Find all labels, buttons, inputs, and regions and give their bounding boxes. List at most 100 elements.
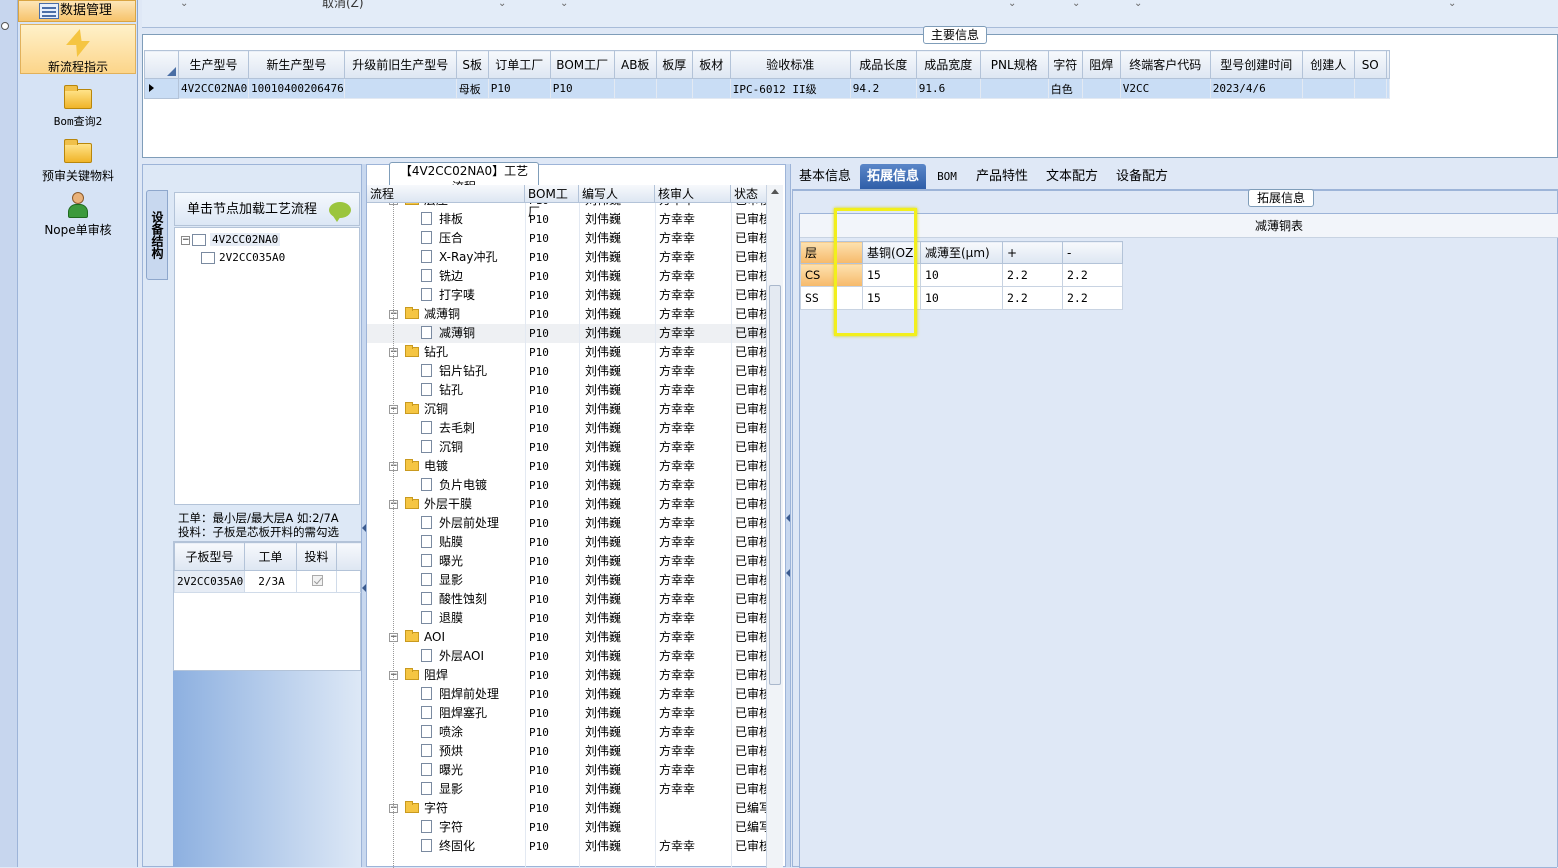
col-header[interactable]: 字符: [1047, 50, 1083, 79]
flow-step-row[interactable]: 曝光 P10 刘伟巍 方幸幸 已审核: [367, 761, 767, 780]
flow-step-row[interactable]: 终固化 P10 刘伟巍 方幸幸 已审核: [367, 837, 767, 856]
tab-device-recipe[interactable]: 设备配方: [1112, 164, 1172, 189]
flow-group-row[interactable]: − AOI P10 刘伟巍 方幸幸 已审核: [367, 628, 767, 647]
flow-group-row[interactable]: − 钻孔 P10 刘伟巍 方幸幸 已审核: [367, 343, 767, 362]
col-header[interactable]: 终端客户代码: [1119, 50, 1211, 79]
col-header-base-copper[interactable]: 基铜(OZ): [862, 241, 921, 264]
flow-group-row[interactable]: − 电镀 P10 刘伟巍 方幸幸 已审核: [367, 457, 767, 476]
main-info-cell[interactable]: [691, 78, 731, 99]
flow-step-row[interactable]: 负片电镀 P10 刘伟巍 方幸幸 已审核: [367, 476, 767, 495]
base-copper-cell[interactable]: 15: [862, 286, 921, 310]
main-info-cell[interactable]: [1301, 78, 1355, 99]
tree-node-root[interactable]: − 4V2CC02NA0: [181, 232, 281, 248]
main-info-cell[interactable]: [655, 78, 693, 99]
main-info-cell[interactable]: P10: [487, 78, 551, 99]
flow-group-row[interactable]: − 沉铜 P10 刘伟巍 方幸幸 已审核: [367, 400, 767, 419]
main-info-cell[interactable]: [979, 78, 1049, 99]
main-info-cell[interactable]: 白色: [1047, 78, 1083, 99]
scroll-thumb[interactable]: [769, 285, 781, 685]
flow-step-row[interactable]: 喷涂 P10 刘伟巍 方幸幸 已审核: [367, 723, 767, 742]
flow-step-row[interactable]: 外层AOI P10 刘伟巍 方幸幸 已审核: [367, 647, 767, 666]
chevron-down-icon[interactable]: ⌄: [1008, 0, 1016, 9]
col-header[interactable]: S板: [455, 50, 489, 79]
chevron-down-icon[interactable]: ⌄: [498, 0, 506, 9]
col-header[interactable]: AB板: [613, 50, 657, 79]
col-header-plus[interactable]: +: [1002, 241, 1063, 264]
flow-group-row[interactable]: − 阻焊 P10 刘伟巍 方幸幸 已审核: [367, 666, 767, 685]
sub-model-cell[interactable]: 2V2CC035A0: [174, 570, 245, 593]
col-header[interactable]: 编写人: [579, 185, 655, 203]
flow-step-row[interactable]: 打字唛 P10 刘伟巍 方幸幸 已审核: [367, 286, 767, 305]
chevron-down-icon[interactable]: ⌄: [1448, 0, 1456, 9]
col-header[interactable]: 型号创建时间: [1209, 50, 1303, 79]
flow-step-row[interactable]: 铝片钻孔 P10 刘伟巍 方幸幸 已审核: [367, 362, 767, 381]
col-header-layer[interactable]: 层: [800, 241, 863, 264]
chevron-down-icon[interactable]: ⌄: [560, 0, 568, 9]
main-info-cell[interactable]: 94.2: [849, 78, 917, 99]
chevron-down-icon[interactable]: ⌄: [1134, 0, 1142, 9]
col-header[interactable]: 状态: [731, 185, 767, 203]
col-header[interactable]: 阻焊: [1081, 50, 1121, 79]
col-header[interactable]: 板材: [691, 50, 731, 79]
main-info-cell[interactable]: 10010400206476: [248, 78, 345, 99]
flow-group-row[interactable]: − 字符 P10 刘伟巍 已编写: [367, 799, 767, 818]
feed-checkbox[interactable]: [312, 574, 323, 586]
col-header-minus[interactable]: -: [1062, 241, 1123, 264]
col-header[interactable]: 新生产型号: [248, 50, 345, 79]
col-header[interactable]: 投料: [296, 542, 337, 571]
flow-step-row[interactable]: 酸性蚀刻 P10 刘伟巍 方幸幸 已审核: [367, 590, 767, 609]
table-row[interactable]: SS 15 10 2.2 2.2: [800, 286, 1123, 310]
main-info-cell[interactable]: P10: [549, 78, 615, 99]
col-header[interactable]: 验收标准: [729, 50, 851, 79]
cancel-button[interactable]: 取消(Z): [322, 0, 364, 11]
tab-product-features[interactable]: 产品特性: [972, 164, 1032, 189]
main-info-cell[interactable]: IPC-6012 II级: [729, 78, 851, 99]
col-header[interactable]: 创建人: [1301, 50, 1355, 79]
flow-step-row[interactable]: 钻孔 P10 刘伟巍 方幸幸 已审核: [367, 381, 767, 400]
nav-item-bom-query[interactable]: Bom查询2: [20, 80, 136, 128]
nav-item-nope-review[interactable]: Nope单审核: [20, 188, 136, 237]
col-header-reduce-to[interactable]: 减薄至(μm): [920, 241, 1003, 264]
plus-tolerance-cell[interactable]: 2.2: [1002, 263, 1063, 287]
flow-step-row[interactable]: 阻焊前处理 P10 刘伟巍 方幸幸 已审核: [367, 685, 767, 704]
table-row[interactable]: 4V2CC02NA0 10010400206476 母板 P10 P10 IPC-6012…: [144, 78, 1390, 99]
flow-step-row[interactable]: 阻焊塞孔 P10 刘伟巍 方幸幸 已审核: [367, 704, 767, 723]
flow-step-row[interactable]: 沉铜 P10 刘伟巍 方幸幸 已审核: [367, 438, 767, 457]
col-header[interactable]: BOM工厂: [525, 185, 579, 219]
chevron-down-icon[interactable]: ⌄: [1072, 0, 1080, 9]
main-info-cell[interactable]: [343, 78, 457, 99]
flow-step-row[interactable]: 预烘 P10 刘伟巍 方幸幸 已审核: [367, 742, 767, 761]
col-header[interactable]: 生产型号: [178, 50, 249, 79]
col-header[interactable]: 工单: [244, 542, 297, 571]
main-info-cell[interactable]: 母板: [455, 78, 489, 99]
reduce-to-cell[interactable]: 10: [920, 263, 1003, 287]
col-header[interactable]: 板厚: [655, 50, 693, 79]
layer-cell[interactable]: SS: [800, 286, 863, 310]
reduce-to-cell[interactable]: 10: [920, 286, 1003, 310]
flow-step-row[interactable]: 显影 P10 刘伟巍 方幸幸 已审核: [367, 571, 767, 590]
scroll-up-icon[interactable]: [771, 189, 779, 194]
nav-item-key-material[interactable]: 预审关键物料: [20, 134, 136, 183]
nav-item-new-flow[interactable]: 新流程指示: [20, 24, 136, 74]
tab-device-structure[interactable]: 设备结构: [146, 190, 168, 280]
flow-step-row[interactable]: 曝光 P10 刘伟巍 方幸幸 已审核: [367, 552, 767, 571]
flow-step-row[interactable]: 减薄铜 P10 刘伟巍 方幸幸 已审核: [367, 324, 767, 343]
tree-node-child[interactable]: 2V2CC035A0: [201, 250, 285, 266]
flow-step-row[interactable]: 显影 P10 刘伟巍 方幸幸 已审核: [367, 780, 767, 799]
tab-basic-info[interactable]: 基本信息: [796, 164, 854, 189]
main-info-cell[interactable]: [613, 78, 657, 99]
table-row[interactable]: CS 15 10 2.2 2.2: [800, 263, 1123, 287]
tab-bom[interactable]: BOM: [932, 164, 962, 189]
tab-extended-info[interactable]: 拓展信息: [860, 164, 926, 189]
col-header[interactable]: 成品宽度: [915, 50, 981, 79]
col-header[interactable]: 核审人: [655, 185, 731, 203]
table-row[interactable]: 2V2CC035A0 2/3A: [174, 570, 363, 593]
main-info-cell[interactable]: 4V2CC02NA0: [178, 78, 249, 99]
collapse-icon[interactable]: −: [181, 235, 190, 245]
col-header[interactable]: PNL规格: [979, 50, 1049, 79]
flow-step-row[interactable]: X-Ray冲孔 P10 刘伟巍 方幸幸 已审核: [367, 248, 767, 267]
right-splitter[interactable]: [785, 164, 791, 867]
col-header[interactable]: BOM工厂: [549, 50, 615, 79]
flow-step-row[interactable]: 退膜 P10 刘伟巍 方幸幸 已审核: [367, 609, 767, 628]
flow-step-row[interactable]: 去毛刺 P10 刘伟巍 方幸幸 已审核: [367, 419, 767, 438]
